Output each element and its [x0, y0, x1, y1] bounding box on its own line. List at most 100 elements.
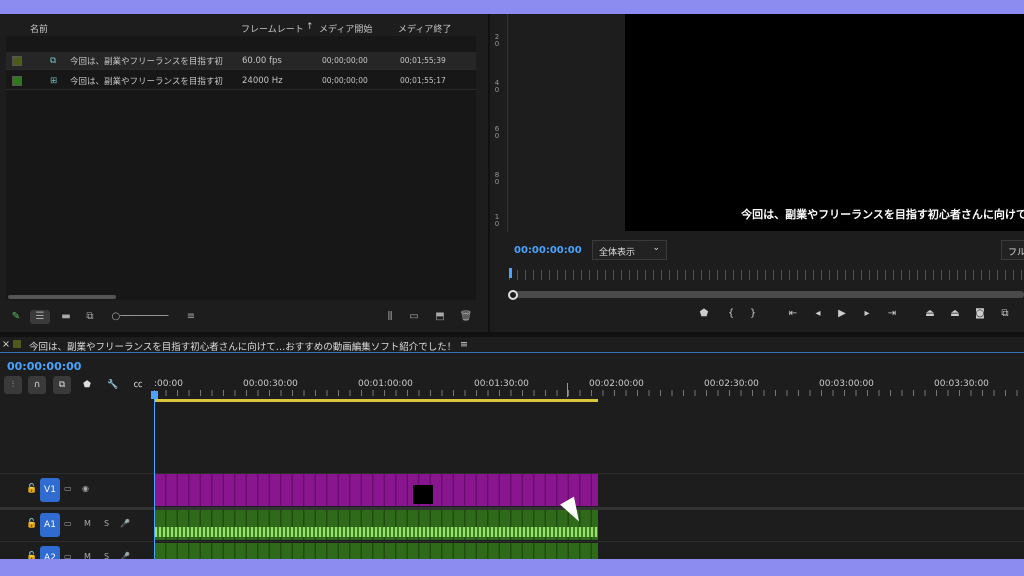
sort-icon[interactable]: ≡ — [184, 310, 198, 324]
folder-icon[interactable]: ▭ — [406, 310, 422, 324]
sync-lock-icon[interactable]: ▭ — [64, 484, 72, 493]
add-marker-icon[interactable]: ⬟ — [78, 376, 96, 394]
lock-icon[interactable]: 🔓 — [26, 519, 37, 529]
step-back-icon[interactable]: ◂ — [811, 308, 825, 319]
lock-icon[interactable]: 🔓 — [26, 552, 37, 559]
go-to-out-icon[interactable]: ⇥ — [885, 308, 899, 319]
automate-icon[interactable]: ⫼ — [382, 310, 398, 324]
track-label[interactable]: A2 — [40, 546, 60, 559]
sync-lock-icon[interactable]: ▭ — [64, 519, 72, 528]
ruler-label: 00:01:30:00 — [474, 379, 529, 389]
ruler-label: 00:03:30:00 — [934, 379, 989, 389]
close-icon[interactable]: × — [2, 339, 10, 350]
project-panel: 名前 フレームレート ↑ メディア開始 メディア終了 ⧉ 今回は、副業やフリーラ… — [0, 14, 488, 332]
audio-clip-icon: ⊞ — [50, 75, 58, 86]
item-media-start: 00;00;00;00 — [322, 76, 368, 85]
new-item-icon[interactable]: ⬒ — [432, 310, 448, 324]
ruler-label: 1 0 — [494, 213, 500, 228]
lock-icon[interactable]: 🔓 — [26, 484, 37, 494]
zoom-slider[interactable]: ○──────── — [110, 310, 170, 324]
linked-selection-icon[interactable]: ⧉ — [53, 376, 71, 394]
play-icon[interactable]: ▶ — [835, 308, 849, 319]
trash-icon[interactable]: 🗑 — [458, 310, 474, 324]
ruler-label: 00:01:00:00 — [358, 379, 413, 389]
microphone-icon[interactable]: 🎤 — [120, 519, 130, 528]
pencil-icon[interactable]: ✎ — [8, 310, 24, 324]
mark-out-icon[interactable]: } — [746, 308, 760, 319]
item-framerate: 60.00 fps — [242, 55, 282, 66]
mute-button[interactable]: M — [84, 519, 91, 528]
item-name: 今回は、副業やフリーランスを目指す初 — [70, 76, 223, 87]
project-item-list: ⧉ 今回は、副業やフリーランスを目指す初 60.00 fps 00;00;00;… — [6, 36, 476, 300]
ruler-label: 4 0 — [494, 79, 500, 94]
monitor-playhead[interactable] — [509, 268, 512, 278]
timeline-timecode[interactable]: 00:00:00:00 — [7, 360, 81, 373]
step-forward-icon[interactable]: ▸ — [860, 308, 874, 319]
list-view-icon[interactable]: ☰ — [30, 310, 50, 324]
panel-menu-icon[interactable]: ≡ — [460, 339, 468, 350]
project-row[interactable]: ⧉ 今回は、副業やフリーランスを目指す初 60.00 fps 00;00;00;… — [6, 52, 476, 70]
playhead-handle[interactable] — [151, 391, 158, 399]
scrollbar-handle[interactable] — [508, 290, 518, 300]
sequence-color-swatch — [13, 340, 21, 348]
subtitle-text: 今回は、副業やフリーランスを目指す初心者さんに向けて — [741, 208, 1024, 221]
icon-view-icon[interactable]: ▬ — [58, 310, 74, 324]
camera-icon[interactable]: ◙ — [973, 308, 987, 319]
label-color-swatch[interactable] — [12, 55, 22, 66]
mark-in-icon[interactable]: { — [724, 308, 738, 319]
zoom-scrollbar[interactable] — [512, 291, 1024, 298]
audio-waveform — [155, 527, 598, 537]
ruler-ticks — [154, 390, 1024, 396]
solo-button[interactable]: S — [104, 552, 109, 559]
horizontal-scrollbar[interactable] — [8, 295, 116, 299]
microphone-icon[interactable]: 🎤 — [120, 552, 130, 559]
solo-button[interactable]: S — [104, 519, 109, 528]
snap-magnet-icon[interactable]: ∩ — [28, 376, 46, 394]
column-media-start[interactable]: メディア開始 — [319, 22, 372, 35]
video-clip[interactable] — [155, 474, 598, 506]
sequence-tab[interactable]: × 今回は、副業やフリーランスを目指す初心者さんに向けて…おすすめの動画編集ソフ… — [0, 337, 1024, 353]
vertical-ruler: 2 0 4 0 6 0 8 0 1 0 — [490, 14, 508, 232]
go-to-in-icon[interactable]: ⇤ — [786, 308, 800, 319]
captions-icon[interactable]: ㏄ — [129, 376, 147, 394]
track-header-v1: 🔓 V1 ▭ ◉ — [0, 474, 152, 506]
track-header-a2: 🔓 A2 ▭ M S 🎤 — [0, 542, 152, 559]
track-label[interactable]: A1 — [40, 513, 60, 537]
video-preview[interactable]: 今回は、副業やフリーランスを目指す初心者さんに向けて — [625, 14, 1024, 231]
add-marker-icon[interactable]: ⬟ — [697, 308, 711, 319]
zoom-dropdown[interactable]: 全体表示 ⌄ — [592, 240, 667, 260]
sync-lock-icon[interactable]: ▭ — [64, 552, 72, 559]
project-row[interactable]: ⊞ 今回は、副業やフリーランスを目指す初 24000 Hz 00;00;00;0… — [6, 72, 476, 90]
ruler-label: 8 0 — [494, 171, 500, 186]
compare-view-icon[interactable]: ⧉ — [998, 308, 1012, 319]
item-media-end: 00;01;55;17 — [400, 76, 446, 85]
mute-button[interactable]: M — [84, 552, 91, 559]
column-name[interactable]: 名前 — [30, 22, 48, 35]
extract-icon[interactable]: ⏏ — [948, 308, 962, 319]
resolution-dropdown[interactable]: フル — [1001, 240, 1024, 260]
freeform-view-icon[interactable]: ⧉ — [82, 310, 98, 324]
sequence-name: 今回は、副業やフリーランスを目指す初心者さんに向けて…おすすめの動画編集ソフト紹… — [29, 342, 457, 353]
item-name: 今回は、副業やフリーランスを目指す初 — [70, 56, 223, 67]
work-area-bar[interactable] — [155, 399, 598, 402]
premiere-pro-window: 名前 フレームレート ↑ メディア開始 メディア終了 ⧉ 今回は、副業やフリーラ… — [0, 14, 1024, 559]
column-framerate[interactable]: フレームレート — [241, 22, 304, 35]
wrench-icon[interactable]: 🔧 — [104, 376, 122, 394]
eye-icon[interactable]: ◉ — [82, 484, 89, 493]
item-framerate: 24000 Hz — [242, 75, 283, 86]
track-label[interactable]: V1 — [40, 478, 60, 502]
timeline-playhead[interactable] — [154, 392, 155, 559]
label-color-swatch[interactable] — [12, 75, 22, 86]
item-media-start: 00;00;00;00 — [322, 56, 368, 65]
monitor-time-ruler[interactable] — [509, 270, 1024, 280]
ruler-label: 00:00:30:00 — [243, 379, 298, 389]
nest-icon[interactable]: ⫶ — [4, 376, 22, 394]
sort-arrow-icon[interactable]: ↑ — [306, 22, 314, 32]
black-video-frame — [413, 485, 433, 504]
column-media-end[interactable]: メディア終了 — [398, 22, 451, 35]
ruler-label: 00:02:30:00 — [704, 379, 759, 389]
sequence-icon: ⧉ — [50, 55, 57, 66]
playhead-timecode[interactable]: 00:00:00:00 — [514, 245, 582, 256]
lift-icon[interactable]: ⏏ — [923, 308, 937, 319]
audio-clip[interactable] — [155, 543, 598, 559]
